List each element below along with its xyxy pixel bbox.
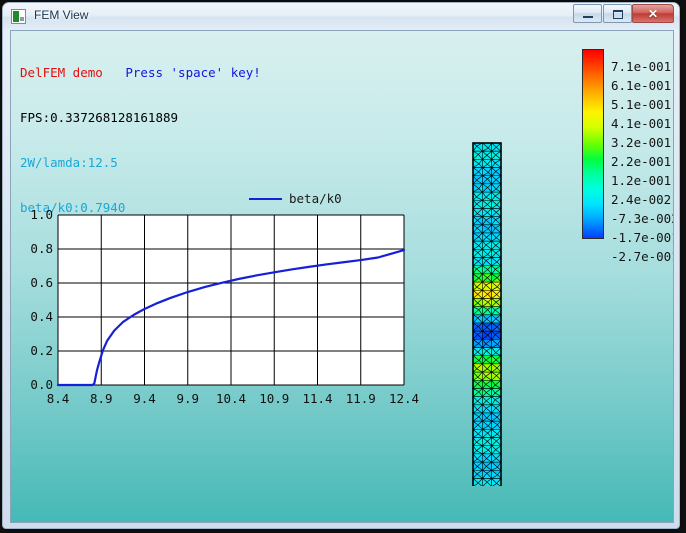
colorbar-tick-label: 3.2e-001: [611, 135, 672, 150]
y-tick-label: 0.8: [30, 241, 53, 256]
x-tick-label: 10.9: [259, 391, 290, 406]
x-tick-label: 8.4: [46, 391, 70, 406]
y-tick-label: 0.2: [30, 343, 53, 358]
x-tick-label: 12.4: [388, 391, 420, 406]
desktop-background: FEM View ✕ DelFEM demo Press 'space' key…: [0, 0, 686, 533]
maximize-icon: [613, 10, 623, 19]
colorbar-tick-label: 2.2e-001: [611, 154, 672, 169]
colorbar-gradient: [582, 49, 604, 239]
minimize-button[interactable]: [573, 4, 602, 23]
x-tick-label: 11.9: [345, 391, 376, 406]
x-tick-label: 9.9: [176, 391, 200, 406]
minimize-icon: [583, 16, 593, 18]
window-title: FEM View: [34, 8, 89, 22]
y-tick-label: 0.4: [30, 309, 53, 324]
close-button[interactable]: ✕: [632, 4, 674, 23]
colorbar-tick-label: -1.7e-001: [611, 230, 673, 245]
x-tick-label: 9.4: [133, 391, 156, 406]
colorbar-tick-label: 6.1e-001: [611, 78, 672, 93]
y-tick-label: 1.0: [30, 207, 53, 222]
colorbar-tick-label: -7.3e-002: [611, 211, 673, 226]
y-axis-ticks: 0.0 0.2 0.4 0.6 0.8 1.0: [21, 31, 53, 522]
plot-canvas: [56, 214, 406, 387]
legend-label: beta/k0: [289, 191, 342, 206]
title-bar[interactable]: FEM View ✕: [3, 3, 679, 30]
maximize-button[interactable]: [603, 4, 632, 23]
colorbar-tick-label: 1.2e-001: [611, 173, 672, 188]
colorbar-tick-label: 4.1e-001: [611, 116, 672, 131]
x-tick-label: 8.9: [89, 391, 113, 406]
colorbar-tick-label: -2.7e-001: [611, 249, 673, 264]
fem-mesh-strip[interactable]: [466, 116, 506, 486]
y-tick-label: 0.0: [30, 377, 53, 392]
fem-view-window: FEM View ✕ DelFEM demo Press 'space' key…: [2, 2, 680, 529]
x-tick-label: 11.4: [302, 391, 333, 406]
legend-line-sample: [249, 198, 282, 200]
x-tick-label: 10.4: [215, 391, 247, 406]
dispersion-plot: beta/k0 0.0 0.2 0.4 0.6 0.8 1.0 8.4 8.9 9.4 9.9 1…: [11, 31, 673, 522]
y-tick-label: 0.6: [30, 275, 53, 290]
colorbar-tick-label: 5.1e-001: [611, 97, 672, 112]
app-icon: [11, 9, 26, 24]
close-icon: ✕: [647, 6, 659, 21]
client-area: DelFEM demo Press 'space' key! FPS:0.337…: [10, 30, 674, 523]
gl-viewport[interactable]: DelFEM demo Press 'space' key! FPS:0.337…: [11, 31, 673, 522]
colorbar-tick-label: 7.1e-001: [611, 59, 672, 74]
colorbar-tick-label: 2.4e-002: [611, 192, 672, 207]
mesh-elements: [471, 142, 503, 486]
